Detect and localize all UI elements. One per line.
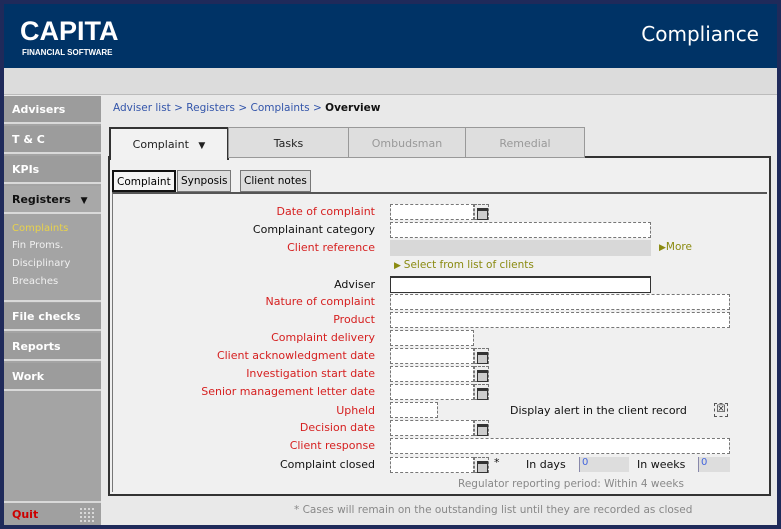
label-product: Product — [333, 313, 375, 326]
display-alert-checkbox[interactable]: ☒ — [714, 403, 728, 417]
select-clients-link[interactable]: ▶ Select from list of clients — [394, 259, 534, 271]
delivery-input[interactable] — [390, 330, 474, 346]
asterisk: * — [494, 456, 500, 469]
calendar-icon[interactable] — [474, 420, 489, 436]
label-decision-date: Decision date — [299, 421, 375, 434]
sidebar-item-kpis[interactable]: KPIs — [4, 156, 101, 184]
crumb-sep: > — [309, 102, 326, 114]
crumb-registers[interactable]: Registers — [186, 102, 235, 114]
client-reference-input[interactable] — [390, 240, 651, 256]
tab-tasks[interactable]: Tasks — [228, 127, 349, 158]
sidebar: Advisers T & C KPIs Registers ▼ Complain… — [4, 96, 101, 525]
calendar-icon[interactable] — [474, 348, 489, 364]
label-client-reference: Client reference — [287, 241, 375, 254]
label-senior-letter-date: Senior management letter date — [201, 385, 375, 398]
sidebar-sub-fin-proms[interactable]: Fin Proms. — [12, 240, 63, 251]
registers-label: Registers — [12, 193, 71, 206]
label-complaint-closed: Complaint closed — [279, 458, 375, 471]
crumb-current: Overview — [325, 102, 381, 114]
investigation-date-input[interactable] — [390, 366, 474, 382]
chevron-down-icon: ▼ — [80, 196, 88, 206]
grip-icon — [79, 507, 95, 523]
complainant-category-input[interactable] — [390, 222, 651, 238]
ack-date-input[interactable] — [390, 348, 474, 364]
in-weeks-value: 0 — [698, 457, 730, 472]
label-adviser: Adviser — [334, 278, 375, 291]
crumb-adviser-list[interactable]: Adviser list — [113, 102, 171, 114]
label-upheld: Upheld — [336, 404, 375, 417]
calendar-icon[interactable] — [474, 366, 489, 382]
subtab-complaint[interactable]: Complaint — [112, 170, 176, 192]
display-alert-label: Display alert in the client record — [510, 404, 687, 417]
crumb-sep: > — [170, 102, 187, 114]
label-client-response: Client response — [289, 439, 375, 452]
more-label: More — [665, 241, 692, 253]
label-complainant-category: Complainant category — [252, 223, 375, 236]
in-days-value: 0 — [579, 457, 629, 472]
label-nature: Nature of complaint — [265, 295, 375, 308]
in-weeks-label: In weeks — [637, 458, 686, 471]
sidebar-item-registers[interactable]: Registers ▼ — [4, 186, 101, 214]
sidebar-sub-complaints[interactable]: Complaints — [12, 223, 68, 234]
calendar-icon[interactable] — [474, 204, 489, 220]
chevron-down-icon: ▼ — [198, 141, 206, 151]
footer-note: * Cases will remain on the outstanding l… — [294, 504, 693, 516]
date-of-complaint-input[interactable] — [390, 204, 474, 220]
calendar-icon[interactable] — [474, 457, 489, 473]
complaint-closed-input[interactable] — [390, 457, 474, 473]
label-investigation-date: Investigation start date — [246, 367, 375, 380]
sidebar-item-reports[interactable]: Reports — [4, 333, 101, 361]
capita-logo: CAPITA — [20, 16, 119, 46]
label-date-of-complaint: Date of complaint — [276, 205, 375, 218]
subtab-synposis[interactable]: Synposis — [177, 170, 232, 192]
complaint-form: Date of complaint Complainant category C… — [112, 192, 767, 492]
arrow-right-icon: ▶ — [394, 261, 404, 271]
content-panel: Complaint Synposis Client notes Date of … — [108, 156, 771, 496]
client-response-input[interactable] — [390, 438, 730, 454]
nature-input[interactable] — [390, 294, 730, 310]
header: CAPITA FINANCIAL SOFTWARE Compliance — [4, 4, 777, 68]
adviser-input[interactable] — [390, 276, 651, 293]
tab-complaint[interactable]: Complaint ▼ — [109, 127, 229, 160]
sidebar-item-tc[interactable]: T & C — [4, 126, 101, 154]
sidebar-sub-disciplinary[interactable]: Disciplinary — [12, 258, 70, 269]
app-window: CAPITA FINANCIAL SOFTWARE Compliance Adv… — [4, 4, 777, 525]
logo-subtitle: FINANCIAL SOFTWARE — [22, 48, 113, 57]
senior-letter-date-input[interactable] — [390, 384, 474, 400]
sidebar-sub-breaches[interactable]: Breaches — [12, 276, 58, 287]
quit-label: Quit — [12, 508, 39, 521]
arrow-right-icon: ▶ — [659, 243, 666, 253]
breadcrumb: Adviser list > Registers > Complaints > … — [113, 102, 380, 114]
sidebar-item-advisers[interactable]: Advisers — [4, 96, 101, 124]
app-title: Compliance — [641, 22, 759, 46]
decision-date-input[interactable] — [390, 420, 474, 436]
tab-ombudsman[interactable]: Ombudsman — [348, 127, 466, 158]
subtab-client-notes[interactable]: Client notes — [240, 170, 311, 192]
upheld-select[interactable] — [390, 402, 438, 418]
crumb-complaints[interactable]: Complaints — [250, 102, 309, 114]
more-link[interactable]: ▶More — [659, 241, 692, 253]
sidebar-item-work[interactable]: Work — [4, 363, 101, 391]
in-days-label: In days — [526, 458, 566, 471]
crumb-sep: > — [235, 102, 251, 114]
label-delivery: Complaint delivery — [271, 331, 375, 344]
sidebar-item-file-checks[interactable]: File checks — [4, 303, 101, 331]
regulator-note: Regulator reporting period: Within 4 wee… — [458, 478, 684, 490]
product-input[interactable] — [390, 312, 730, 328]
label-ack-date: Client acknowledgment date — [216, 349, 375, 362]
calendar-icon[interactable] — [474, 384, 489, 400]
select-clients-label: Select from list of clients — [403, 259, 534, 271]
quit-button[interactable]: Quit — [4, 501, 101, 525]
toolbar-strip — [4, 68, 777, 95]
tab-remedial[interactable]: Remedial — [465, 127, 585, 158]
tab-complaint-label: Complaint — [132, 138, 189, 151]
